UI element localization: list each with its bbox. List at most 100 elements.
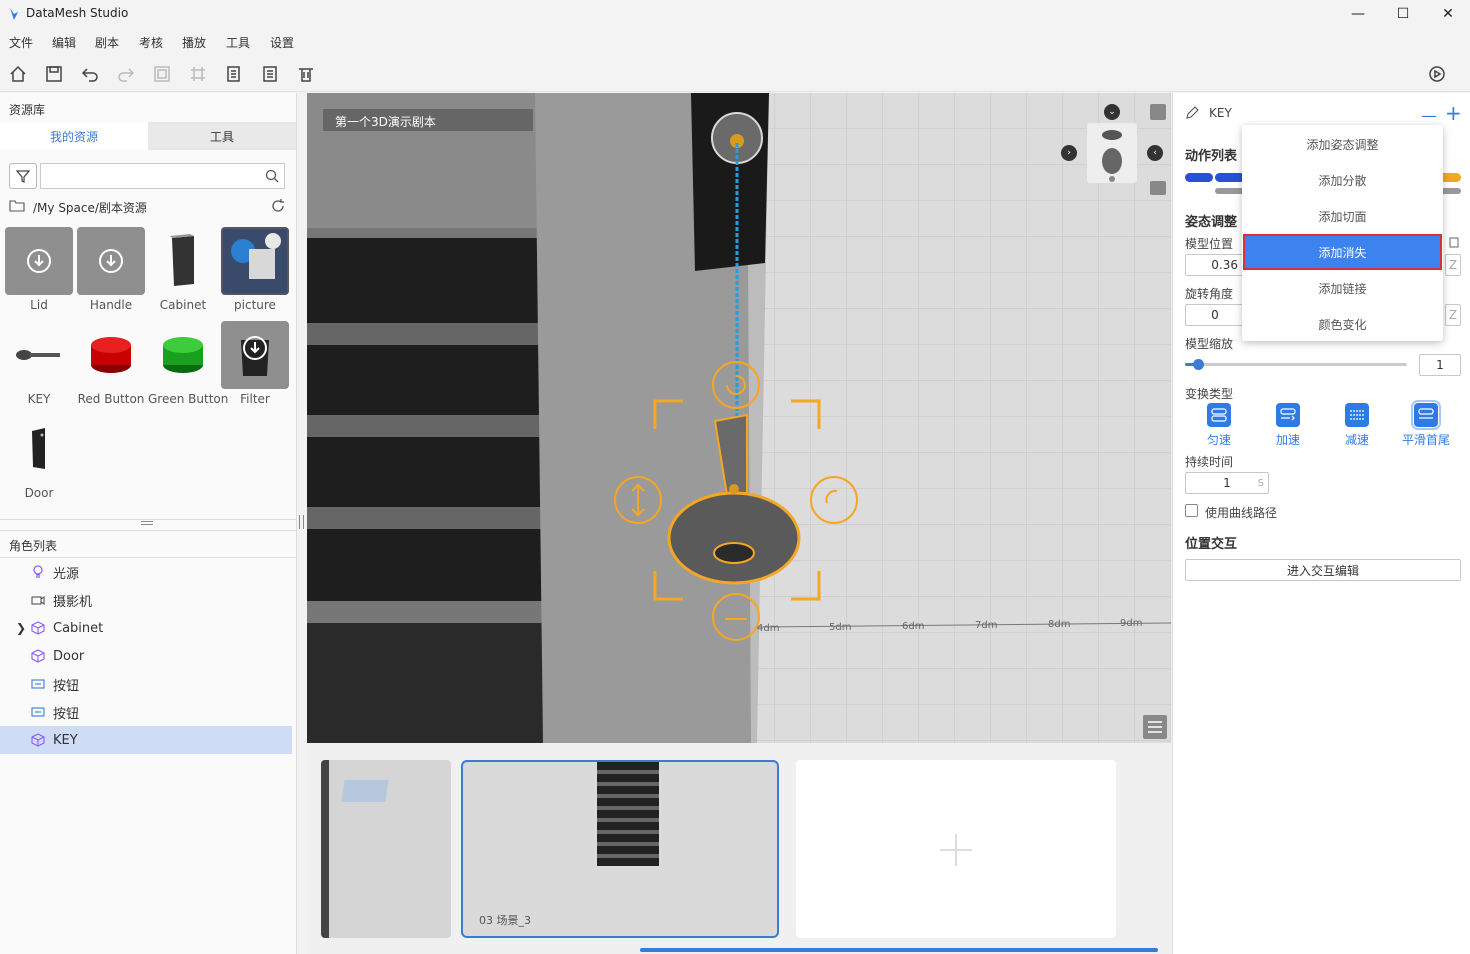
home-icon[interactable] bbox=[8, 64, 28, 84]
mode-decelerate-button[interactable]: 减速 bbox=[1327, 403, 1387, 448]
role-item-door[interactable]: Door bbox=[0, 642, 292, 670]
view-left-icon[interactable]: ‹ bbox=[1147, 145, 1163, 161]
cube-icon bbox=[31, 649, 45, 663]
menu-play[interactable]: 播放 bbox=[182, 34, 206, 51]
asset-picture[interactable]: picture bbox=[220, 227, 290, 312]
list-toggle-icon[interactable] bbox=[1143, 715, 1167, 739]
camera-reset-icon[interactable] bbox=[1150, 104, 1166, 120]
app-logo-icon bbox=[10, 8, 18, 20]
scene-strip: 03 场景_3 bbox=[307, 743, 1171, 954]
view-cube[interactable] bbox=[1087, 123, 1137, 183]
refresh-icon[interactable] bbox=[270, 198, 286, 214]
asset-key[interactable]: KEY bbox=[4, 321, 74, 406]
copy-values-icon[interactable] bbox=[1448, 236, 1460, 248]
pose-title: 姿态调整 bbox=[1185, 215, 1238, 230]
folder-icon bbox=[9, 200, 25, 212]
asset-filter[interactable]: Filter bbox=[220, 321, 290, 406]
scale-slider-thumb[interactable] bbox=[1193, 359, 1205, 370]
role-item-button-2[interactable]: 按钮 bbox=[0, 698, 292, 726]
list-icon[interactable] bbox=[260, 64, 280, 84]
scale-input[interactable]: 1 bbox=[1419, 354, 1461, 376]
scene-thumbnail-1[interactable] bbox=[321, 760, 451, 938]
mode-label: 加速 bbox=[1275, 433, 1300, 447]
accelerate-icon bbox=[1276, 403, 1300, 427]
search-icon[interactable] bbox=[265, 169, 279, 183]
role-item-key[interactable]: KEY bbox=[0, 726, 292, 754]
interaction-title: 位置交互 bbox=[1185, 537, 1238, 552]
menu-exam[interactable]: 考核 bbox=[139, 34, 163, 51]
redo-icon[interactable] bbox=[116, 64, 136, 84]
asset-door[interactable]: Door bbox=[4, 415, 74, 500]
duration-input[interactable]: 1 S bbox=[1185, 472, 1269, 494]
add-action-icon[interactable]: + bbox=[1445, 101, 1462, 125]
scene-scrollbar[interactable] bbox=[640, 948, 1158, 952]
save-icon[interactable] bbox=[44, 64, 64, 84]
action-scrollbar[interactable] bbox=[1215, 188, 1245, 194]
head-orientation-icon bbox=[1102, 130, 1122, 182]
menu-edit[interactable]: 编辑 bbox=[52, 34, 76, 51]
group-icon[interactable] bbox=[152, 64, 172, 84]
download-icon bbox=[241, 336, 269, 376]
minimize-button[interactable]: — bbox=[1335, 0, 1381, 28]
add-scatter-item[interactable]: 添加分散 bbox=[1242, 162, 1443, 198]
asset-cabinet[interactable]: Cabinet bbox=[148, 227, 218, 312]
close-window-button[interactable]: ✕ bbox=[1425, 0, 1470, 28]
mode-accelerate-button[interactable]: 加速 bbox=[1258, 403, 1318, 448]
ungroup-icon[interactable] bbox=[188, 64, 208, 84]
delete-icon[interactable] bbox=[296, 64, 316, 84]
maximize-button[interactable]: ☐ bbox=[1380, 0, 1426, 28]
edit-icon[interactable] bbox=[1185, 106, 1199, 120]
rotation-input[interactable]: 0 bbox=[1185, 304, 1245, 326]
color-change-item[interactable]: 颜色变化 bbox=[1242, 306, 1443, 342]
role-item-light[interactable]: 光源 bbox=[0, 558, 292, 586]
filter-button[interactable] bbox=[9, 163, 37, 189]
asset-label: Filter bbox=[240, 392, 270, 406]
view-down-icon[interactable]: ⌄ bbox=[1104, 104, 1120, 120]
asset-lid[interactable]: Lid bbox=[4, 227, 74, 312]
enter-interaction-edit-button[interactable]: 进入交互编辑 bbox=[1185, 559, 1461, 581]
action-chip[interactable] bbox=[1215, 173, 1245, 182]
view-right-icon[interactable]: › bbox=[1061, 145, 1077, 161]
asset-red-button[interactable]: Red Button bbox=[76, 321, 146, 406]
mode-smooth-button[interactable]: 平滑首尾 bbox=[1396, 400, 1456, 448]
expand-chevron-icon[interactable]: ❯ bbox=[16, 621, 31, 635]
keyboard-icon[interactable] bbox=[1150, 181, 1166, 195]
add-scene-button[interactable] bbox=[796, 760, 1116, 938]
scene-thumbnail-2[interactable]: 03 场景_3 bbox=[461, 760, 779, 938]
role-item-camera[interactable]: 摄影机 bbox=[0, 586, 292, 614]
add-disappear-item[interactable]: 添加消失 bbox=[1243, 234, 1442, 270]
undo-icon[interactable] bbox=[80, 64, 100, 84]
tab-tools[interactable]: 工具 bbox=[148, 122, 296, 150]
play-preview-icon[interactable] bbox=[1427, 64, 1447, 84]
curve-path-checkbox[interactable] bbox=[1185, 504, 1198, 517]
3d-viewport[interactable]: 第一个3D演示剧本 4dm 5dm 6dm 7dm 8dm 9dm ⌄ › ‹ bbox=[307, 93, 1171, 743]
role-item-button-1[interactable]: 按钮 bbox=[0, 670, 292, 698]
add-link-item[interactable]: 添加链接 bbox=[1242, 270, 1443, 306]
search-input[interactable] bbox=[41, 164, 256, 188]
copy-icon[interactable] bbox=[224, 64, 244, 84]
position-input[interactable]: 0.36 bbox=[1185, 254, 1245, 276]
smooth-ends-icon bbox=[1411, 400, 1441, 430]
asset-green-button[interactable]: Green Button bbox=[148, 321, 228, 406]
role-item-cabinet[interactable]: ❯ Cabinet bbox=[0, 614, 292, 642]
add-section-item[interactable]: 添加切面 bbox=[1242, 198, 1443, 234]
search-box bbox=[40, 163, 285, 189]
menu-file[interactable]: 文件 bbox=[9, 34, 33, 51]
scene-label: 03 场景_3 bbox=[479, 914, 531, 927]
action-chip[interactable] bbox=[1185, 173, 1213, 182]
scale-slider-track[interactable] bbox=[1185, 359, 1407, 370]
resize-handle[interactable] bbox=[141, 521, 153, 525]
tab-my-resources[interactable]: 我的资源 bbox=[0, 122, 148, 150]
add-pose-item[interactable]: 添加姿态调整 bbox=[1242, 126, 1443, 162]
ruler-label: 7dm bbox=[975, 620, 998, 631]
collapse-icon[interactable]: — bbox=[1421, 106, 1437, 125]
vertical-resize-handle[interactable] bbox=[299, 515, 304, 529]
asset-handle[interactable]: Handle bbox=[76, 227, 146, 312]
mode-uniform-button[interactable]: 匀速 bbox=[1189, 403, 1249, 448]
asset-label: Red Button bbox=[77, 392, 145, 406]
menu-tools[interactable]: 工具 bbox=[226, 34, 250, 51]
add-action-dropdown: 添加姿态调整 添加分散 添加切面 添加消失 添加链接 颜色变化 bbox=[1242, 125, 1443, 341]
rotation-axis-label: Z bbox=[1445, 304, 1461, 326]
menu-script[interactable]: 剧本 bbox=[95, 34, 119, 51]
menu-settings[interactable]: 设置 bbox=[270, 34, 294, 51]
